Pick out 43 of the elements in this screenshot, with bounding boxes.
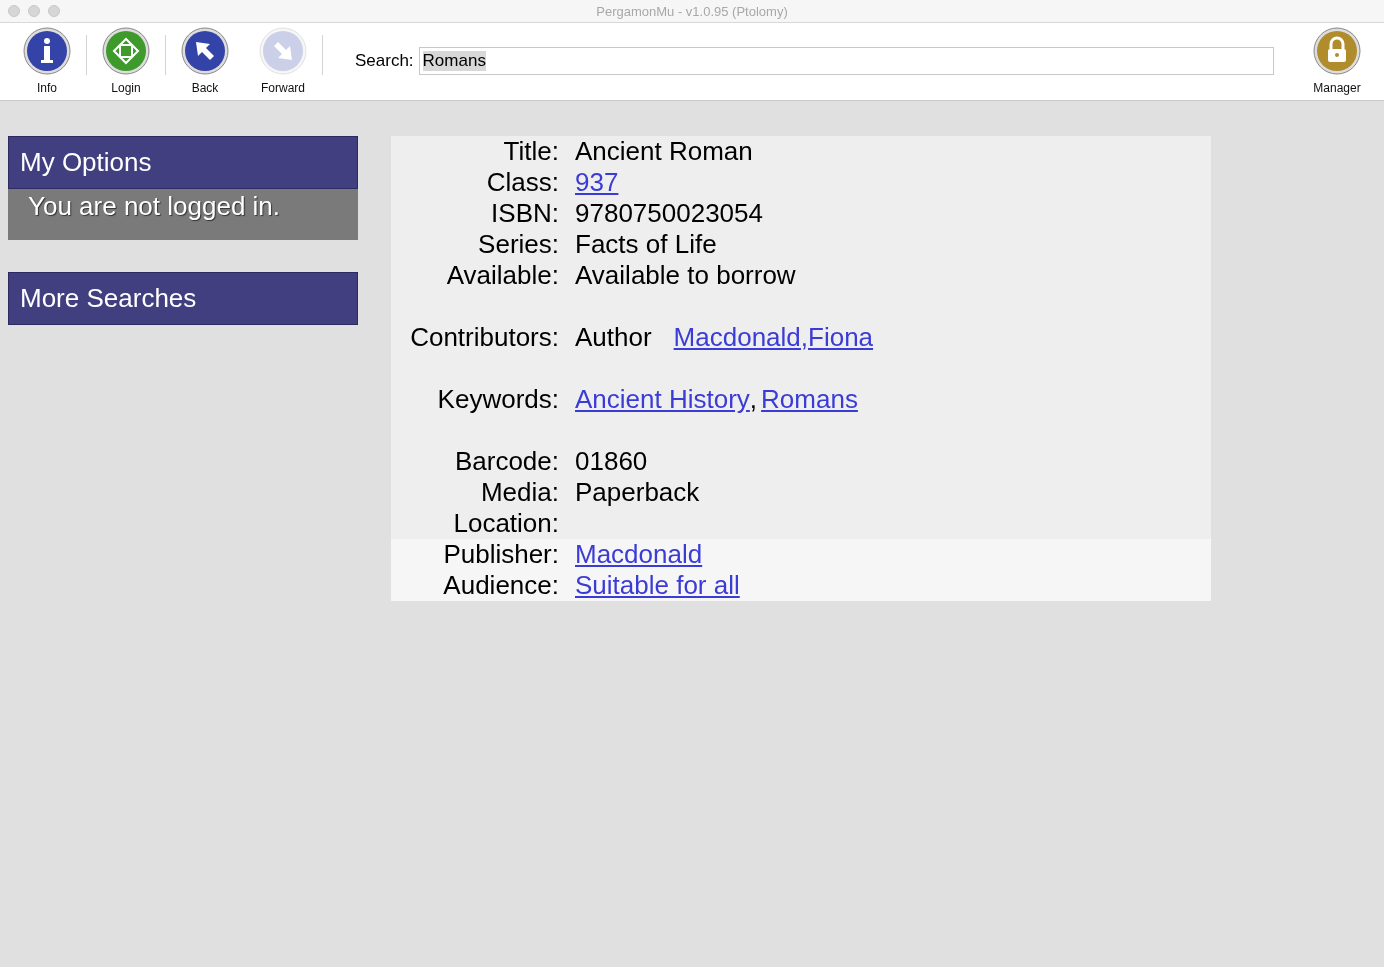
field-label: Location: (452, 508, 560, 539)
link[interactable]: Macdonald (575, 539, 703, 570)
arrow-up-left-icon (181, 27, 229, 75)
field-value: Ancient Roman (575, 136, 753, 167)
window-control-icon[interactable] (48, 5, 60, 17)
toolbar-button[interactable]: Manager (1306, 27, 1368, 95)
info-icon (23, 27, 71, 75)
field-label: Available: (445, 260, 560, 291)
field-value: Author (575, 322, 652, 353)
link[interactable]: Macdonald,Fiona (673, 322, 874, 353)
field-label: Publisher: (442, 539, 560, 570)
link[interactable]: Romans (761, 384, 858, 415)
panel-header[interactable]: More Searches (8, 272, 358, 325)
padlock-icon (1313, 27, 1361, 75)
arrow-down-right-icon (259, 27, 307, 75)
toolbar-button[interactable]: Login (95, 27, 157, 95)
field-label: Contributors: (409, 322, 560, 353)
window-control-icon[interactable] (8, 5, 20, 17)
panel-message: You are not logged in. (8, 189, 358, 240)
field-label: Keywords: (436, 384, 560, 415)
link[interactable]: 937 (575, 167, 619, 198)
panel-header[interactable]: My Options (8, 136, 358, 189)
field-label: Class: (485, 167, 560, 198)
field-value: Paperback (575, 477, 700, 508)
field-value: Available to borrow (575, 260, 796, 291)
field-value: 9780750023054 (575, 198, 763, 229)
field-label: Title: (502, 136, 560, 167)
link[interactable]: Ancient History (575, 384, 750, 415)
field-label: Audience: (442, 570, 560, 601)
separator-text: , (749, 384, 758, 415)
field-value: 01860 (575, 446, 648, 477)
search-field[interactable]: Romans (418, 47, 1274, 75)
field-label: Media: (479, 477, 560, 508)
toolbar-button[interactable]: Back (174, 27, 236, 95)
window-control-icon[interactable] (28, 5, 40, 17)
window-title: PergamonMu - v1.0.95 (Ptolomy) (596, 3, 788, 19)
field-label: ISBN: (490, 198, 560, 229)
search-label: Search: (355, 51, 414, 71)
toolbar-button[interactable]: Info (16, 27, 78, 95)
field-value: Facts of Life (575, 229, 717, 260)
link[interactable]: Suitable for all (575, 570, 740, 601)
field-label: Barcode: (453, 446, 560, 477)
field-label: Series: (477, 229, 560, 260)
